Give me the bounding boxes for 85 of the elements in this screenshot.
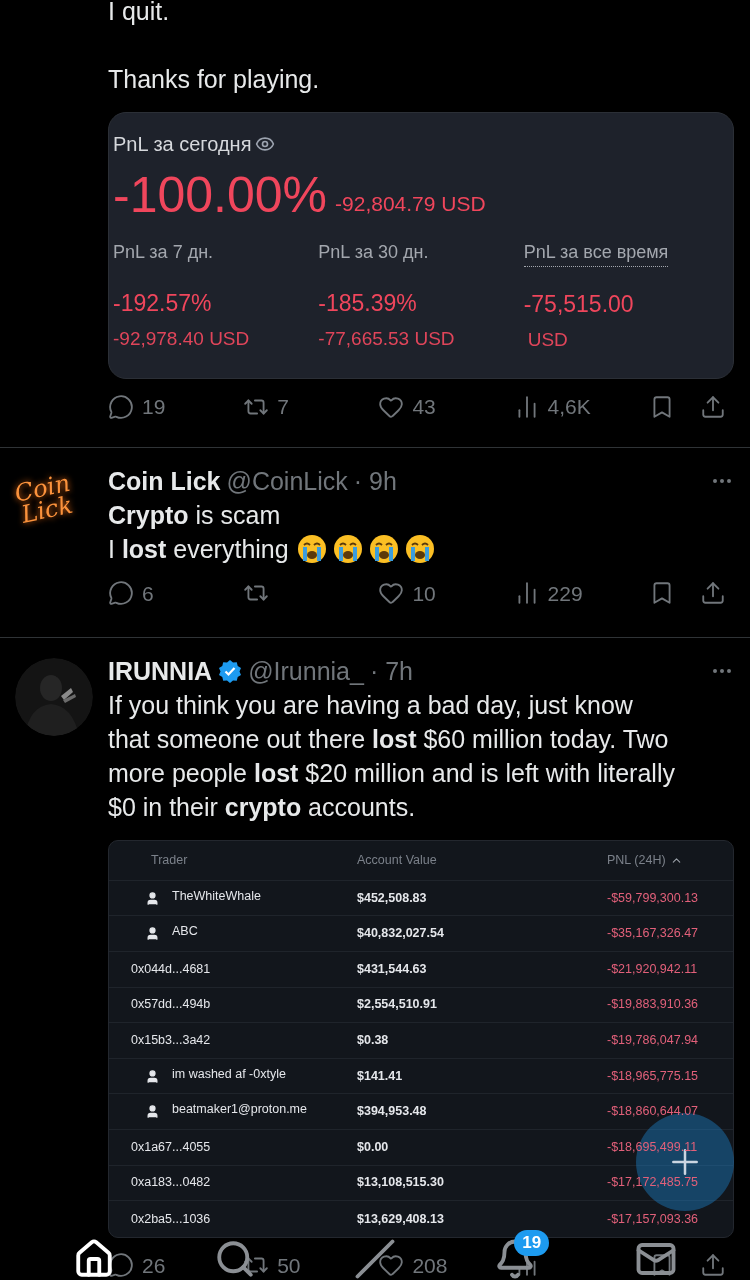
action-count: 7: [277, 394, 289, 420]
reply-icon[interactable]: [108, 1252, 134, 1279]
account-value-cell-text: $452,508.83: [357, 889, 428, 907]
trader-cell-text: beatmaker1@proton.me: [172, 1101, 307, 1119]
trader-cell-text: 0x2ba5...1036: [131, 1210, 211, 1228]
eye-icon[interactable]: [255, 134, 276, 154]
post-time: · 7h: [369, 656, 413, 687]
period-percent: -192.57%: [113, 289, 213, 318]
account-value-cell-text: $431,544.63: [357, 960, 428, 978]
period-label: PnL за 30 дн.: [318, 241, 429, 264]
action-count: 50: [277, 1252, 301, 1279]
verified-badge-icon: [218, 659, 243, 683]
tweet-text: I quit.: [108, 0, 171, 27]
trader-cell-text: 0x044d...4681: [131, 960, 211, 978]
trader-cell-text: im washed af -0xtyle: [172, 1065, 286, 1083]
period-label: PnL за 7 дн.: [113, 241, 214, 264]
crying-face-icon: [332, 533, 363, 564]
user-handle[interactable]: @Irunnia_: [248, 654, 364, 688]
account-value-cell-text: $141.41: [357, 1067, 404, 1085]
action-count: 26: [142, 1252, 166, 1279]
pnl-cell-text: -$59,799,300.13: [606, 889, 700, 907]
account-value-cell-text: $394,953.48: [357, 1103, 428, 1121]
share-icon[interactable]: [699, 580, 726, 607]
pnl-cell-text: -$19,883,910.36: [606, 996, 700, 1014]
period-label: PnL за все время: [523, 239, 669, 267]
user-handle[interactable]: @CoinLick: [226, 463, 348, 498]
account-value-cell-text: $13,629,408.13: [357, 1210, 445, 1228]
trader-cell-text: 0x1a67...4055: [131, 1138, 211, 1156]
action-count: 6: [142, 580, 154, 607]
account-value-cell-text: $0.00: [357, 1138, 390, 1156]
period-usd: USD: [526, 327, 569, 352]
action-count: 4,6K: [547, 394, 591, 420]
account-value-cell-text: $2,554,510.91: [357, 996, 438, 1014]
action-count: 10: [412, 580, 436, 607]
pnl-cell-text: -$18,965,775.15: [606, 1067, 700, 1085]
action-count: 43: [412, 394, 436, 420]
today-percent: -100.00%: [113, 167, 328, 223]
notification-badge: 19: [514, 1230, 550, 1256]
column-header[interactable]: Trader: [119, 851, 357, 870]
heart-icon[interactable]: [378, 580, 405, 607]
crying-face-icon: [368, 533, 399, 564]
crying-face-icon: [296, 533, 327, 564]
user-icon: [145, 1104, 160, 1120]
column-header[interactable]: Account Value: [357, 851, 593, 870]
today-usd: -92,804.79 USD: [335, 190, 486, 217]
pnl-cell-text: -$17,157,093.36: [606, 1210, 700, 1228]
user-icon: [145, 1068, 160, 1084]
period-percent: -75,515.00: [523, 290, 635, 319]
tweet-text: Thanks for playing.: [108, 64, 321, 95]
pnl-cell-text: -$21,920,942.11: [606, 960, 699, 978]
crying-face-icon: [404, 533, 435, 564]
trader-cell-text: 0x15b3...3a42: [131, 1032, 211, 1050]
period-usd: -77,665.53 USD: [318, 326, 456, 351]
pnl-cell-text: -$19,786,047.94: [606, 1032, 700, 1050]
trader-cell-text: TheWhiteWhale: [172, 887, 261, 905]
pnl-cell-text: -$18,695,499.11: [606, 1138, 699, 1156]
user-icon: [145, 926, 160, 942]
tweet-text: Crypto is scam: [108, 499, 282, 531]
share-icon[interactable]: [699, 393, 726, 420]
action-count: 208: [412, 1252, 448, 1279]
avatar-logo: Coin Lick: [12, 471, 77, 531]
user-icon: [145, 890, 160, 906]
column-header[interactable]: PNL (24H): [607, 851, 666, 870]
account-value-cell-text: $40,832,027.54: [357, 925, 445, 943]
pnl-cell-text: -$35,167,326.47: [606, 925, 700, 943]
action-count: 229: [547, 580, 583, 607]
slash-icon[interactable]: [353, 1238, 396, 1280]
tweet-text: I lost everything: [108, 533, 289, 565]
display-name[interactable]: Coin Lick: [108, 463, 221, 498]
account-value-cell-text: $0.38: [357, 1032, 390, 1050]
pnl-cell-text: -$18,860,644.07: [606, 1103, 700, 1121]
trader-cell-text: ABC: [172, 923, 198, 941]
post-time: · 9h: [353, 465, 397, 497]
share-icon[interactable]: [699, 1252, 726, 1279]
heart-icon[interactable]: [378, 1252, 405, 1279]
pnl-cell-text: -$17,172,485.75: [606, 1174, 700, 1192]
period-percent: -185.39%: [318, 289, 418, 318]
period-usd: -92,978.40 USD: [113, 326, 251, 351]
card-title: PnL за сегодня: [113, 132, 252, 157]
display-name[interactable]: IRUNNIA: [108, 654, 213, 688]
action-count: 19: [142, 394, 166, 420]
account-value-cell-text: $13,108,515.30: [357, 1174, 445, 1192]
trader-cell-text: 0xa183...0482: [131, 1174, 211, 1192]
trader-cell-text: 0x57dd...494b: [131, 996, 211, 1014]
tweet-text: If you think you are having a bad day, just know that someone out there lost $60 million today. Two more people lost $20 million and is left with literally $0 in their crypto accounts.: [108, 690, 676, 823]
